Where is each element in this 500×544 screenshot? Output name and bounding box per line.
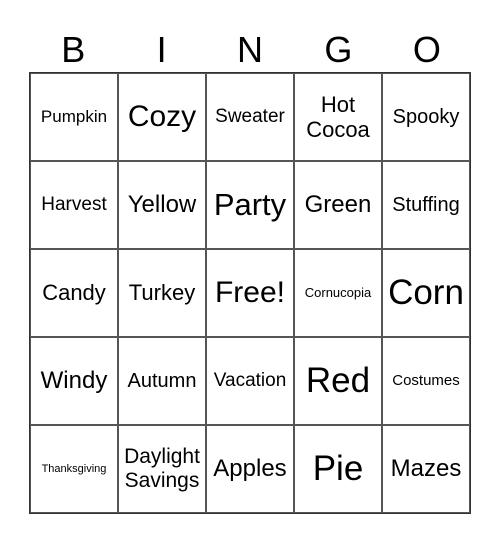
bingo-cell[interactable]: Mazes bbox=[382, 425, 470, 513]
bingo-cell[interactable]: Cornucopia bbox=[294, 249, 382, 337]
header-letter-o: O bbox=[412, 29, 441, 70]
bingo-cell[interactable]: Vacation bbox=[206, 337, 294, 425]
bingo-cell[interactable]: Apples bbox=[206, 425, 294, 513]
bingo-cell[interactable]: Sweater bbox=[206, 73, 294, 161]
bingo-header: B I N G O bbox=[29, 28, 471, 72]
header-letter-n: N bbox=[237, 29, 264, 70]
bingo-cell-free[interactable]: Free! bbox=[206, 249, 294, 337]
header-letter-g: G bbox=[324, 29, 353, 70]
bingo-cell[interactable]: Windy bbox=[30, 337, 118, 425]
header-letter-b: B bbox=[61, 29, 86, 70]
bingo-cell[interactable]: Thanksgiving bbox=[30, 425, 118, 513]
header-letter-i: I bbox=[156, 29, 167, 70]
bingo-cell[interactable]: Spooky bbox=[382, 73, 470, 161]
bingo-cell[interactable]: Stuffing bbox=[382, 161, 470, 249]
bingo-cell[interactable]: Hot Cocoa bbox=[294, 73, 382, 161]
bingo-cell[interactable]: Yellow bbox=[118, 161, 206, 249]
bingo-cell[interactable]: Harvest bbox=[30, 161, 118, 249]
bingo-cell[interactable]: Corn bbox=[382, 249, 470, 337]
bingo-cell[interactable]: Red bbox=[294, 337, 382, 425]
bingo-cell[interactable]: Cozy bbox=[118, 73, 206, 161]
bingo-cell[interactable]: Green bbox=[294, 161, 382, 249]
bingo-cell[interactable]: Turkey bbox=[118, 249, 206, 337]
bingo-cell[interactable]: Costumes bbox=[382, 337, 470, 425]
bingo-cell[interactable]: Autumn bbox=[118, 337, 206, 425]
bingo-grid: Pumpkin Cozy Sweater Hot Cocoa Spooky Ha… bbox=[29, 72, 471, 514]
bingo-cell[interactable]: Candy bbox=[30, 249, 118, 337]
bingo-cell[interactable]: Pie bbox=[294, 425, 382, 513]
bingo-cell[interactable]: Party bbox=[206, 161, 294, 249]
bingo-cell[interactable]: Pumpkin bbox=[30, 73, 118, 161]
bingo-cell[interactable]: Daylight Savings bbox=[118, 425, 206, 513]
